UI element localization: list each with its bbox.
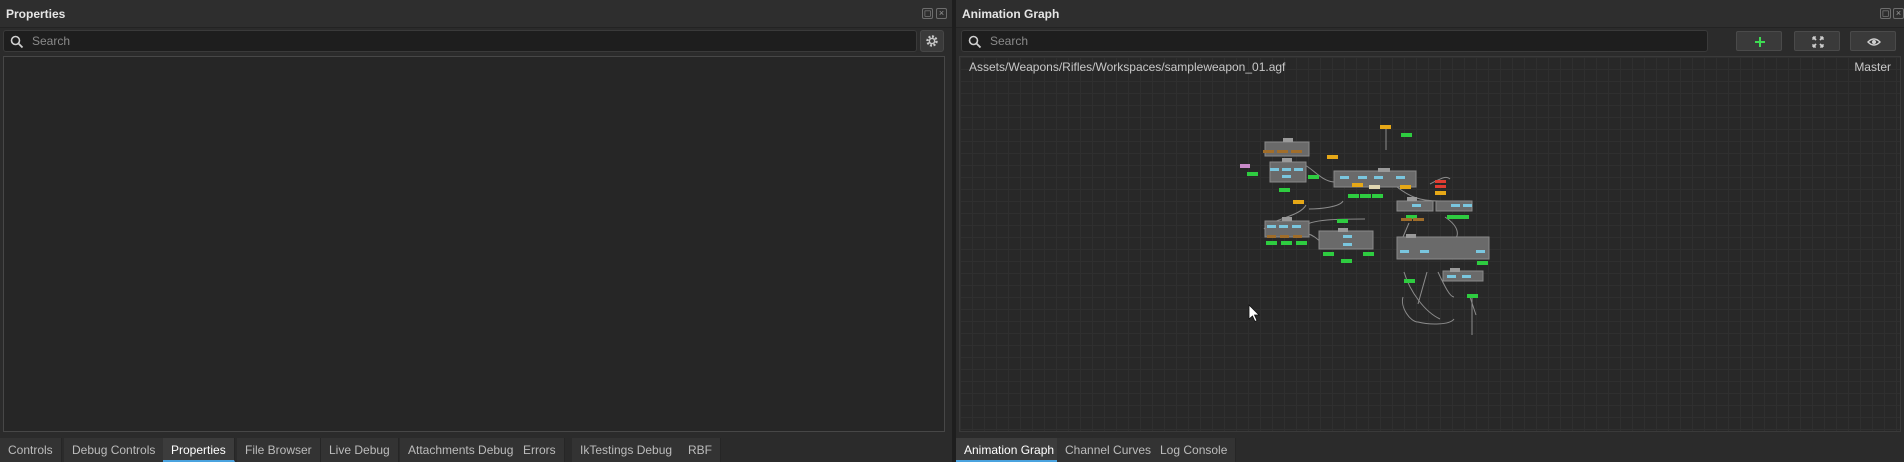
tab-attachments-debug[interactable]: Attachments Debug bbox=[400, 438, 523, 462]
node-graph bbox=[1240, 125, 1490, 335]
tab-debug-controls[interactable]: Debug Controls bbox=[64, 438, 165, 462]
fit-view-button[interactable] bbox=[1794, 31, 1840, 51]
settings-button[interactable] bbox=[920, 30, 944, 52]
add-node-button[interactable] bbox=[1736, 31, 1782, 51]
graph-title: Animation Graph bbox=[962, 7, 1060, 21]
mouse-cursor-icon bbox=[1248, 304, 1260, 323]
tab-errors[interactable]: Errors bbox=[515, 438, 565, 462]
graph-node[interactable] bbox=[1264, 220, 1310, 238]
purple-pin[interactable] bbox=[1240, 164, 1250, 168]
graph-node[interactable] bbox=[1264, 141, 1310, 157]
properties-titlebar: Properties ◻ × bbox=[0, 0, 952, 28]
search-icon bbox=[968, 35, 982, 49]
properties-panel: Properties ◻ × Controls Debug Controls P… bbox=[0, 0, 952, 462]
properties-content bbox=[3, 56, 945, 432]
app-root: Properties ◻ × Controls Debug Controls P… bbox=[0, 0, 1904, 462]
tab-rbf[interactable]: RBF bbox=[680, 438, 721, 462]
properties-tabbar: Controls Debug Controls Properties File … bbox=[0, 438, 952, 462]
graph-node[interactable] bbox=[1269, 161, 1307, 183]
cream-pin[interactable] bbox=[1369, 185, 1380, 189]
graph-search-input[interactable] bbox=[990, 33, 1699, 49]
graph-search bbox=[961, 30, 1708, 52]
tab-log-console[interactable]: Log Console bbox=[1152, 438, 1237, 462]
search-icon bbox=[10, 35, 24, 49]
graph-node[interactable] bbox=[1318, 230, 1374, 250]
tab-live-debug[interactable]: Live Debug bbox=[321, 438, 399, 462]
gear-icon bbox=[926, 35, 938, 47]
close-icon[interactable]: × bbox=[1893, 8, 1904, 19]
graph-titlebar: Animation Graph ◻ × bbox=[956, 0, 1904, 28]
tab-channel-curves[interactable]: Channel Curves bbox=[1057, 438, 1161, 462]
properties-search bbox=[3, 30, 917, 52]
yellow-pins[interactable] bbox=[1293, 125, 1446, 204]
tab-file-browser[interactable]: File Browser bbox=[237, 438, 321, 462]
animation-graph-panel: Animation Graph ◻ × Search Assets/Weapon… bbox=[956, 0, 1904, 462]
tab-controls[interactable]: Controls bbox=[0, 438, 62, 462]
red-pins[interactable] bbox=[1435, 180, 1446, 188]
graph-node[interactable] bbox=[1396, 236, 1490, 260]
properties-title: Properties bbox=[6, 7, 66, 21]
graph-tabbar: Animation Graph Channel Curves Log Conso… bbox=[956, 438, 1904, 462]
tab-iktestings-debug[interactable]: IkTestings Debug bbox=[572, 438, 682, 462]
add-icon bbox=[1755, 37, 1765, 47]
graph-canvas[interactable]: Assets/Weapons/Rifles/Workspaces/samplew… bbox=[959, 56, 1901, 432]
properties-search-input[interactable] bbox=[32, 33, 908, 49]
tab-animation-graph[interactable]: Animation Graph bbox=[956, 438, 1064, 462]
undock-icon[interactable]: ◻ bbox=[922, 8, 933, 19]
close-icon[interactable]: × bbox=[936, 8, 947, 19]
visibility-button[interactable] bbox=[1850, 31, 1896, 51]
undock-icon[interactable]: ◻ bbox=[1880, 8, 1891, 19]
fit-view-icon bbox=[1812, 36, 1824, 48]
tab-properties[interactable]: Properties bbox=[163, 438, 235, 462]
eye-icon bbox=[1867, 38, 1881, 46]
